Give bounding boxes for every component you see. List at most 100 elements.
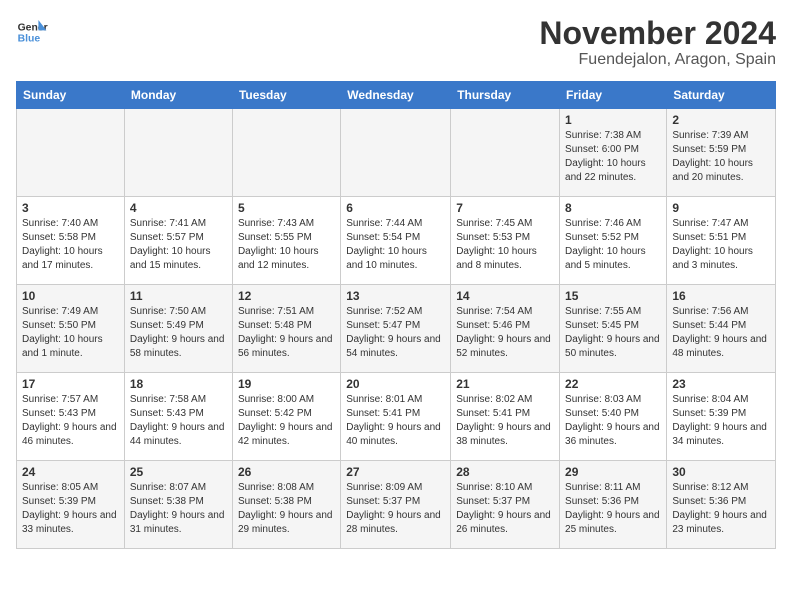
svg-text:Blue: Blue [18,34,41,45]
day-info: Sunrise: 7:56 AM Sunset: 5:44 PM Dayligh… [672,305,770,361]
day-number: 12 [238,289,335,303]
header-cell-saturday: Saturday [667,82,776,109]
header-cell-monday: Monday [124,82,232,109]
day-number: 4 [130,201,227,215]
day-number: 15 [565,289,661,303]
day-cell: 8 Sunrise: 7:46 AM Sunset: 5:52 PM Daylig… [560,197,667,285]
day-cell: 19Sunrise: 8:00 AM Sunset: 5:42 PM Dayli… [232,373,340,461]
day-info: Sunrise: 8:07 AM Sunset: 5:38 PM Dayligh… [130,481,227,537]
day-info: Sunrise: 7:43 AM Sunset: 5:55 PM Dayligh… [238,217,335,273]
day-cell: 5 Sunrise: 7:43 AM Sunset: 5:55 PM Daylig… [232,197,340,285]
day-cell: 13 Sunrise: 7:52 AM Sunset: 5:47 PM Dayli… [341,285,451,373]
day-info: Sunrise: 7:57 AM Sunset: 5:43 PM Dayligh… [22,393,119,449]
day-info: Sunrise: 8:08 AM Sunset: 5:38 PM Dayligh… [238,481,335,537]
day-number: 6 [346,201,445,215]
day-info: Sunrise: 7:54 AM Sunset: 5:46 PM Dayligh… [456,305,554,361]
calendar-table: SundayMondayTuesdayWednesdayThursdayFrid… [16,81,776,549]
day-cell: 18 Sunrise: 7:58 AM Sunset: 5:43 PM Dayli… [124,373,232,461]
day-number: 19 [238,377,335,391]
day-cell: 22 Sunrise: 8:03 AM Sunset: 5:40 PM Dayli… [560,373,667,461]
header-row: SundayMondayTuesdayWednesdayThursdayFrid… [17,82,776,109]
month-title: November 2024 [539,16,776,51]
day-info: Sunrise: 7:41 AM Sunset: 5:57 PM Dayligh… [130,217,227,273]
day-cell: 17 Sunrise: 7:57 AM Sunset: 5:43 PM Dayli… [17,373,125,461]
day-number: 20 [346,377,445,391]
day-info: Sunrise: 8:02 AM Sunset: 5:41 PM Dayligh… [456,393,554,449]
day-cell [124,109,232,197]
day-info: Sunrise: 7:44 AM Sunset: 5:54 PM Dayligh… [346,217,445,273]
day-info: Sunrise: 8:04 AM Sunset: 5:39 PM Dayligh… [672,393,770,449]
day-number: 16 [672,289,770,303]
day-cell: 28Sunrise: 8:10 AM Sunset: 5:37 PM Dayli… [451,461,560,549]
week-row-5: 24Sunrise: 8:05 AM Sunset: 5:39 PM Dayli… [17,461,776,549]
day-number: 5 [238,201,335,215]
header-cell-thursday: Thursday [451,82,560,109]
day-cell [17,109,125,197]
day-number: 1 [565,113,661,127]
header: General Blue November 2024 Fuendejalon, … [16,16,776,69]
day-number: 30 [672,465,770,479]
day-cell: 14 Sunrise: 7:54 AM Sunset: 5:46 PM Dayli… [451,285,560,373]
day-info: Sunrise: 7:50 AM Sunset: 5:49 PM Dayligh… [130,305,227,361]
header-cell-tuesday: Tuesday [232,82,340,109]
day-cell: 23 Sunrise: 8:04 AM Sunset: 5:39 PM Dayli… [667,373,776,461]
header-cell-friday: Friday [560,82,667,109]
day-cell: 7 Sunrise: 7:45 AM Sunset: 5:53 PM Daylig… [451,197,560,285]
day-cell: 30 Sunrise: 8:12 AM Sunset: 5:36 PM Dayli… [667,461,776,549]
day-cell [451,109,560,197]
day-number: 17 [22,377,119,391]
day-info: Sunrise: 8:01 AM Sunset: 5:41 PM Dayligh… [346,393,445,449]
day-number: 14 [456,289,554,303]
day-number: 29 [565,465,661,479]
day-info: Sunrise: 7:40 AM Sunset: 5:58 PM Dayligh… [22,217,119,273]
day-number: 27 [346,465,445,479]
day-info: Sunrise: 7:39 AM Sunset: 5:59 PM Dayligh… [672,129,770,185]
header-cell-wednesday: Wednesday [341,82,451,109]
day-number: 3 [22,201,119,215]
location-title: Fuendejalon, Aragon, Spain [539,51,776,69]
header-cell-sunday: Sunday [17,82,125,109]
title-area: November 2024 Fuendejalon, Aragon, Spain [539,16,776,69]
day-cell: 1Sunrise: 7:38 AM Sunset: 6:00 PM Daylig… [560,109,667,197]
day-info: Sunrise: 7:45 AM Sunset: 5:53 PM Dayligh… [456,217,554,273]
day-info: Sunrise: 7:58 AM Sunset: 5:43 PM Dayligh… [130,393,227,449]
day-info: Sunrise: 7:46 AM Sunset: 5:52 PM Dayligh… [565,217,661,273]
day-number: 7 [456,201,554,215]
day-cell: 26Sunrise: 8:08 AM Sunset: 5:38 PM Dayli… [232,461,340,549]
day-cell: 10 Sunrise: 7:49 AM Sunset: 5:50 PM Dayli… [17,285,125,373]
day-number: 24 [22,465,119,479]
day-cell: 11Sunrise: 7:50 AM Sunset: 5:49 PM Dayli… [124,285,232,373]
day-number: 18 [130,377,227,391]
day-info: Sunrise: 7:52 AM Sunset: 5:47 PM Dayligh… [346,305,445,361]
calendar-header: SundayMondayTuesdayWednesdayThursdayFrid… [17,82,776,109]
day-cell: 29 Sunrise: 8:11 AM Sunset: 5:36 PM Dayli… [560,461,667,549]
day-info: Sunrise: 8:03 AM Sunset: 5:40 PM Dayligh… [565,393,661,449]
week-row-3: 10 Sunrise: 7:49 AM Sunset: 5:50 PM Dayli… [17,285,776,373]
day-cell: 2 Sunrise: 7:39 AM Sunset: 5:59 PM Daylig… [667,109,776,197]
day-cell: 15 Sunrise: 7:55 AM Sunset: 5:45 PM Dayli… [560,285,667,373]
day-number: 28 [456,465,554,479]
logo: General Blue [16,16,48,48]
day-cell: 20 Sunrise: 8:01 AM Sunset: 5:41 PM Dayli… [341,373,451,461]
day-info: Sunrise: 7:51 AM Sunset: 5:48 PM Dayligh… [238,305,335,361]
day-info: Sunrise: 8:09 AM Sunset: 5:37 PM Dayligh… [346,481,445,537]
day-cell [232,109,340,197]
day-number: 8 [565,201,661,215]
day-number: 2 [672,113,770,127]
day-number: 9 [672,201,770,215]
day-cell: 24Sunrise: 8:05 AM Sunset: 5:39 PM Dayli… [17,461,125,549]
day-number: 23 [672,377,770,391]
day-number: 25 [130,465,227,479]
day-info: Sunrise: 7:55 AM Sunset: 5:45 PM Dayligh… [565,305,661,361]
day-number: 13 [346,289,445,303]
day-cell: 21Sunrise: 8:02 AM Sunset: 5:41 PM Dayli… [451,373,560,461]
logo-icon: General Blue [16,16,48,48]
day-info: Sunrise: 7:49 AM Sunset: 5:50 PM Dayligh… [22,305,119,361]
day-cell: 9 Sunrise: 7:47 AM Sunset: 5:51 PM Daylig… [667,197,776,285]
day-number: 22 [565,377,661,391]
day-info: Sunrise: 8:11 AM Sunset: 5:36 PM Dayligh… [565,481,661,537]
day-info: Sunrise: 8:12 AM Sunset: 5:36 PM Dayligh… [672,481,770,537]
day-info: Sunrise: 7:47 AM Sunset: 5:51 PM Dayligh… [672,217,770,273]
day-number: 10 [22,289,119,303]
day-cell: 16 Sunrise: 7:56 AM Sunset: 5:44 PM Dayli… [667,285,776,373]
